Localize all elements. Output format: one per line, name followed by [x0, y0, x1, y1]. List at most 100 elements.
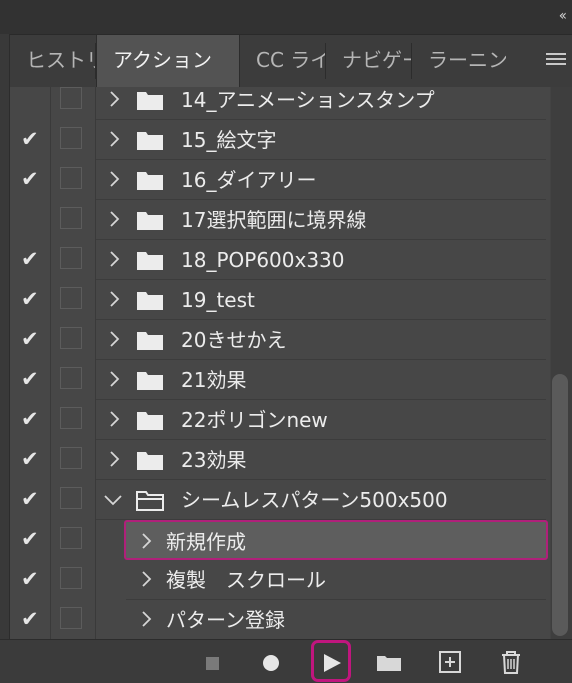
dialog-toggle-box[interactable]	[60, 527, 82, 549]
chevron-right-icon[interactable]	[106, 88, 122, 110]
action-set-row[interactable]: ✔ 16_ダイアリー	[10, 160, 550, 200]
action-set-row[interactable]: 14_アニメーションスタンプ	[10, 87, 550, 120]
action-row[interactable]: ✔ 新規作成	[10, 520, 550, 560]
chevron-right-icon[interactable]	[106, 128, 122, 150]
tab-navigator[interactable]: ナビゲーター	[326, 35, 412, 87]
chevron-right-icon[interactable]	[106, 368, 122, 390]
dialog-toggle-box[interactable]	[60, 487, 82, 509]
toggle-item-checkbox[interactable]: ✔	[10, 320, 51, 360]
toggle-item-checkbox[interactable]: ✔	[10, 280, 51, 320]
stop-button[interactable]	[192, 640, 232, 683]
dialog-toggle-box[interactable]	[60, 287, 82, 309]
folder-open-icon	[136, 489, 164, 511]
chevron-right-icon[interactable]	[106, 168, 122, 190]
action-row[interactable]: ✔ パターン登録	[10, 600, 550, 639]
dialog-toggle-box[interactable]	[60, 367, 82, 389]
toggle-dialog-column[interactable]	[51, 280, 96, 320]
toggle-dialog-column[interactable]	[51, 400, 96, 440]
action-set-name-area[interactable]: 20きせかえ	[96, 320, 546, 360]
action-set-row[interactable]: ✔ 23効果	[10, 440, 550, 480]
dialog-toggle-box[interactable]	[60, 407, 82, 429]
action-set-row[interactable]: ✔ 21効果	[10, 360, 550, 400]
chevron-right-icon[interactable]	[106, 408, 122, 430]
action-set-name-area[interactable]: 15_絵文字	[96, 120, 546, 160]
toggle-item-checkbox[interactable]: ✔	[10, 600, 51, 639]
toggle-item-checkbox[interactable]	[10, 87, 51, 120]
toggle-dialog-column[interactable]	[51, 360, 96, 400]
action-set-name-area[interactable]: 22ポリゴンnew	[96, 400, 546, 440]
action-name-area[interactable]: パターン登録	[126, 600, 546, 639]
action-row[interactable]: ✔ 複製 スクロール	[10, 560, 550, 600]
dialog-toggle-box[interactable]	[60, 247, 82, 269]
toggle-dialog-column[interactable]	[51, 160, 96, 200]
delete-button[interactable]	[490, 640, 530, 683]
toggle-item-checkbox[interactable]: ✔	[10, 360, 51, 400]
action-set-name-area[interactable]: 14_アニメーションスタンプ	[96, 87, 546, 120]
dialog-toggle-box[interactable]	[60, 447, 82, 469]
action-set-name-area[interactable]: 16_ダイアリー	[96, 160, 546, 200]
toggle-dialog-column[interactable]	[51, 120, 96, 160]
action-name-area[interactable]: 新規作成	[124, 520, 548, 560]
toggle-item-checkbox[interactable]: ✔	[10, 240, 51, 280]
chevron-right-icon[interactable]	[106, 328, 122, 350]
toggle-item-checkbox[interactable]: ✔	[10, 160, 51, 200]
toggle-dialog-column[interactable]	[51, 520, 96, 560]
action-set-row[interactable]: 17選択範囲に境界線	[10, 200, 550, 240]
chevron-right-icon[interactable]	[138, 530, 154, 552]
toggle-dialog-column[interactable]	[51, 320, 96, 360]
dialog-toggle-box[interactable]	[60, 327, 82, 349]
tab-cc-libraries[interactable]: CC ライブラリ	[240, 35, 326, 87]
chevron-right-icon[interactable]	[106, 448, 122, 470]
action-set-name-area[interactable]: 21効果	[96, 360, 546, 400]
toggle-item-checkbox[interactable]: ✔	[10, 120, 51, 160]
dialog-toggle-box[interactable]	[60, 567, 82, 589]
dialog-toggle-box[interactable]	[60, 207, 82, 229]
action-set-name-area[interactable]: 18_POP600x330	[96, 240, 546, 280]
new-set-button[interactable]	[367, 640, 407, 683]
chevron-right-icon[interactable]	[106, 288, 122, 310]
toggle-dialog-column[interactable]	[51, 240, 96, 280]
new-action-button[interactable]	[430, 640, 470, 683]
action-set-row[interactable]: ✔ 20きせかえ	[10, 320, 550, 360]
action-set-name-area[interactable]: 17選択範囲に境界線	[96, 200, 546, 240]
toggle-dialog-column[interactable]	[51, 480, 96, 520]
tab-actions[interactable]: アクション	[96, 35, 240, 88]
action-set-row[interactable]: ✔ シームレスパターン500x500	[10, 480, 550, 520]
tab-history[interactable]: ヒストリー	[10, 35, 96, 87]
double-chevron-left-icon[interactable]: ‹‹	[559, 8, 567, 24]
dialog-toggle-box[interactable]	[60, 127, 82, 149]
dialog-toggle-box[interactable]	[60, 607, 82, 629]
chevron-right-icon[interactable]	[138, 608, 154, 630]
action-set-row[interactable]: ✔ 19_test	[10, 280, 550, 320]
action-set-name-area[interactable]: 19_test	[96, 280, 546, 320]
play-button[interactable]	[311, 640, 351, 682]
chevron-right-icon[interactable]	[138, 568, 154, 590]
action-set-row[interactable]: ✔ 15_絵文字	[10, 120, 550, 160]
dialog-toggle-box[interactable]	[60, 87, 82, 109]
tab-learn[interactable]: ラーニング	[412, 35, 506, 87]
chevron-right-icon[interactable]	[106, 208, 122, 230]
toggle-item-checkbox[interactable]: ✔	[10, 520, 51, 560]
panel-menu-icon[interactable]	[546, 53, 566, 69]
toggle-dialog-column[interactable]	[51, 600, 96, 639]
dialog-toggle-box[interactable]	[60, 167, 82, 189]
chevron-down-icon[interactable]	[102, 492, 122, 514]
action-set-name-area[interactable]: シームレスパターン500x500	[96, 480, 546, 520]
toggle-item-checkbox[interactable]: ✔	[10, 560, 51, 600]
action-set-label: 15_絵文字	[181, 128, 277, 152]
toggle-dialog-column[interactable]	[51, 440, 96, 480]
record-button[interactable]	[250, 640, 290, 683]
scrollbar-thumb[interactable]	[552, 374, 568, 636]
action-name-area[interactable]: 複製 スクロール	[126, 560, 546, 600]
chevron-right-icon[interactable]	[106, 248, 122, 270]
toggle-dialog-column[interactable]	[51, 87, 96, 120]
toggle-item-checkbox[interactable]: ✔	[10, 440, 51, 480]
toggle-item-checkbox[interactable]: ✔	[10, 480, 51, 520]
toggle-dialog-column[interactable]	[51, 560, 96, 600]
action-set-name-area[interactable]: 23効果	[96, 440, 546, 480]
toggle-item-checkbox[interactable]	[10, 200, 51, 240]
action-set-row[interactable]: ✔ 22ポリゴンnew	[10, 400, 550, 440]
action-set-row[interactable]: ✔ 18_POP600x330	[10, 240, 550, 280]
toggle-dialog-column[interactable]	[51, 200, 96, 240]
toggle-item-checkbox[interactable]: ✔	[10, 400, 51, 440]
